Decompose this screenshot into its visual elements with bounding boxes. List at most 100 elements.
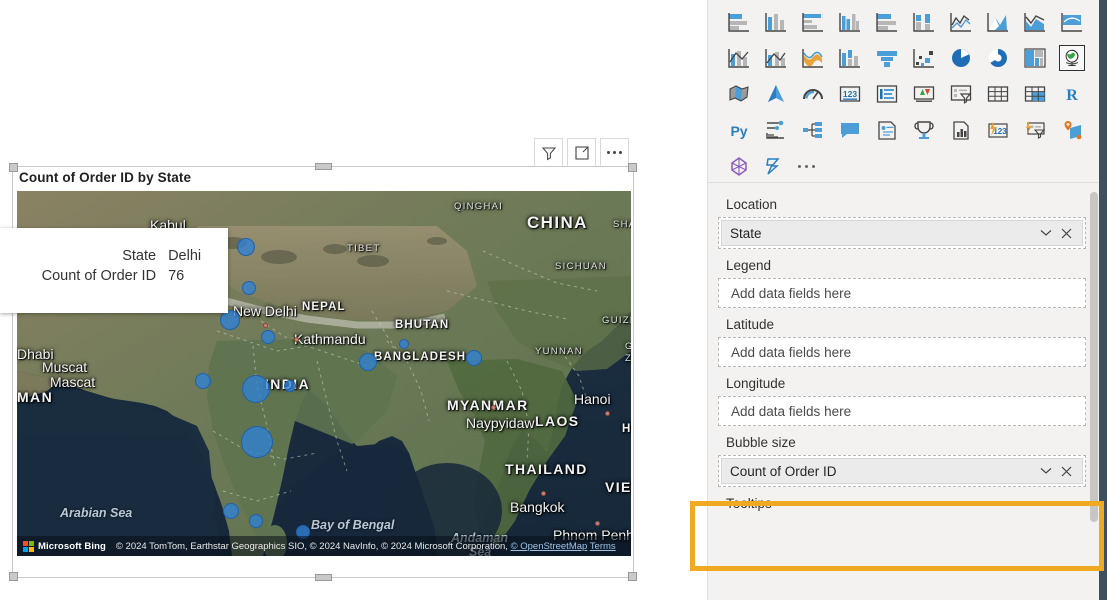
resize-handle-top-middle[interactable]: [315, 163, 332, 170]
filled-map-icon[interactable]: [720, 76, 757, 112]
well-tooltips: Tooltips: [718, 493, 1086, 516]
well-latitude: Latitude Add data fields here: [718, 314, 1086, 367]
well-box-legend[interactable]: Add data fields here: [718, 278, 1086, 308]
pie-chart-icon[interactable]: [942, 40, 979, 76]
scrollbar-thumb[interactable]: [1090, 192, 1098, 522]
funnel-icon[interactable]: [868, 40, 905, 76]
stacked-bar-chart-icon[interactable]: [720, 4, 757, 40]
well-bubble-size: Bubble size Count of Order ID: [718, 432, 1086, 487]
metrics-icon[interactable]: [905, 112, 942, 148]
terms-link[interactable]: Terms: [590, 541, 616, 552]
tooltip-row: State Delhi: [0, 246, 212, 266]
microsoft-logo-icon: [23, 540, 34, 552]
resize-handle-top-right[interactable]: [628, 163, 637, 172]
resize-handle-bottom-left[interactable]: [9, 572, 18, 581]
map-data-bubble[interactable]: [466, 350, 482, 366]
chevron-down-icon[interactable]: [1036, 229, 1056, 237]
field-chip-count-of-order-id[interactable]: Count of Order ID: [721, 458, 1083, 484]
map-data-bubble[interactable]: [241, 426, 273, 458]
map-data-bubble[interactable]: [223, 503, 239, 519]
tooltip-key: Count of Order ID: [41, 268, 157, 284]
map-data-bubble[interactable]: [261, 330, 275, 344]
viz-row: 123 R: [720, 76, 1094, 112]
well-box-location[interactable]: State: [718, 217, 1086, 249]
python-visual-icon[interactable]: Py: [720, 112, 757, 148]
map-data-bubble[interactable]: [242, 281, 256, 295]
decomposition-tree-icon[interactable]: [794, 112, 831, 148]
100-stacked-bar-chart-icon[interactable]: [868, 4, 905, 40]
donut-chart-icon[interactable]: [979, 40, 1016, 76]
more-options-icon[interactable]: [600, 138, 629, 167]
chevron-down-icon[interactable]: [1036, 467, 1056, 475]
tooltip-value: Delhi: [168, 248, 202, 264]
key-influencers-icon[interactable]: [757, 112, 794, 148]
line-stacked-column-chart-icon[interactable]: [1053, 4, 1090, 40]
multi-row-card-icon[interactable]: [868, 76, 905, 112]
map-data-bubble[interactable]: [399, 339, 409, 349]
funnel-chart-icon[interactable]: [831, 40, 868, 76]
map-city-dot: [595, 521, 600, 526]
map-data-bubble[interactable]: [237, 238, 255, 256]
map-icon[interactable]: [1053, 40, 1090, 76]
clustered-column-chart-icon[interactable]: [831, 4, 868, 40]
map-data-bubble[interactable]: [359, 353, 377, 371]
visual-title: Count of Order ID by State: [19, 170, 192, 185]
100-stacked-column-chart-icon[interactable]: [905, 4, 942, 40]
remove-field-icon[interactable]: [1056, 466, 1076, 477]
r-script-visual-icon[interactable]: R: [1053, 76, 1090, 112]
well-box-latitude[interactable]: Add data fields here: [718, 337, 1086, 367]
well-box-longitude[interactable]: Add data fields here: [718, 396, 1086, 426]
resize-handle-bottom-middle[interactable]: [315, 574, 332, 581]
ribbon-chart-icon[interactable]: [757, 40, 794, 76]
azure-map-icon[interactable]: [757, 76, 794, 112]
waterfall-chart-icon[interactable]: [794, 40, 831, 76]
line-clustered-column-chart-icon[interactable]: [720, 40, 757, 76]
map-data-bubble[interactable]: [220, 310, 240, 330]
clustered-bar-chart-icon[interactable]: [794, 4, 831, 40]
line-chart-icon[interactable]: [942, 4, 979, 40]
qna-icon[interactable]: [831, 112, 868, 148]
well-box-bubble-size[interactable]: Count of Order ID: [718, 455, 1086, 487]
map-city-dot: [605, 411, 610, 416]
map-attribution-bar: Microsoft Bing © 2024 TomTom, Earthstar …: [17, 536, 631, 556]
openstreetmap-link[interactable]: © OpenStreetMap: [511, 541, 588, 552]
gauge-icon[interactable]: [794, 76, 831, 112]
map-data-bubble[interactable]: [284, 380, 296, 392]
fields-pane-scrollbar[interactable]: [1089, 186, 1099, 600]
area-chart-icon[interactable]: [979, 4, 1016, 40]
more-visuals-icon[interactable]: [794, 148, 815, 184]
resize-handle-bottom-right[interactable]: [628, 572, 637, 581]
well-label-location: Location: [726, 197, 778, 212]
filter-icon[interactable]: [534, 138, 563, 167]
svg-text:123: 123: [842, 89, 856, 99]
treemap-icon[interactable]: [1016, 40, 1053, 76]
arcgis-map-icon[interactable]: [1053, 112, 1090, 148]
viz-row: [720, 40, 1094, 76]
stacked-column-chart-icon[interactable]: [757, 4, 794, 40]
table-icon[interactable]: [979, 76, 1016, 112]
smart-narrative-icon[interactable]: [868, 112, 905, 148]
remove-field-icon[interactable]: [1056, 228, 1076, 239]
power-automate-icon[interactable]: [720, 148, 757, 184]
field-chip-name: Count of Order ID: [730, 463, 837, 479]
power-apps-card-icon[interactable]: 123: [979, 112, 1016, 148]
power-apps-slicer-icon[interactable]: [1016, 112, 1053, 148]
card-icon[interactable]: 123: [831, 76, 868, 112]
scatter-chart-icon[interactable]: [905, 40, 942, 76]
power-apps-icon[interactable]: [757, 148, 794, 184]
kpi-icon[interactable]: [905, 76, 942, 112]
map-data-bubble[interactable]: [195, 373, 211, 389]
field-wells: Location State Legend Add data fields he…: [708, 184, 1100, 600]
field-chip-state[interactable]: State: [721, 220, 1083, 246]
map-data-bubble[interactable]: [242, 375, 270, 403]
resize-handle-top-left[interactable]: [9, 163, 18, 172]
map-data-bubble[interactable]: [249, 514, 263, 528]
paginated-report-icon[interactable]: [942, 112, 979, 148]
pane-right-edge: [1099, 0, 1107, 600]
focus-mode-icon[interactable]: [567, 138, 596, 167]
stacked-area-chart-icon[interactable]: [1016, 4, 1053, 40]
matrix-icon[interactable]: [1016, 76, 1053, 112]
well-placeholder-latitude: Add data fields here: [731, 344, 852, 360]
viz-row: [720, 148, 1094, 184]
slicer-icon[interactable]: [942, 76, 979, 112]
